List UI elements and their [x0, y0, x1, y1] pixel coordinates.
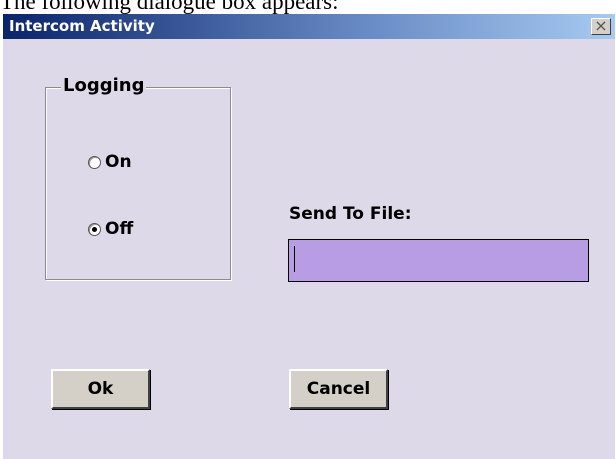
logging-on-label[interactable]: On	[105, 151, 132, 173]
close-button[interactable]: ×	[591, 18, 611, 35]
radio-unchecked-icon[interactable]	[88, 155, 101, 169]
logging-groupbox: Logging On Off	[45, 74, 231, 280]
text-caret	[294, 246, 295, 272]
radio-checked-icon[interactable]	[88, 222, 101, 236]
send-to-file-label: Send To File:	[289, 204, 412, 224]
ok-button[interactable]: Ok	[51, 369, 150, 409]
logging-off-option[interactable]: Off	[88, 218, 133, 240]
logging-on-option[interactable]: On	[88, 151, 132, 173]
dialog-title: Intercom Activity	[9, 17, 155, 35]
document-caption: The following dialogue box appears:	[0, 0, 339, 14]
send-to-file-input[interactable]	[288, 239, 589, 282]
close-icon: ×	[594, 16, 608, 35]
logging-legend: Logging	[61, 74, 147, 98]
title-bar[interactable]: Intercom Activity ×	[3, 14, 615, 39]
logging-off-label[interactable]: Off	[105, 218, 133, 240]
cancel-button[interactable]: Cancel	[289, 369, 388, 409]
